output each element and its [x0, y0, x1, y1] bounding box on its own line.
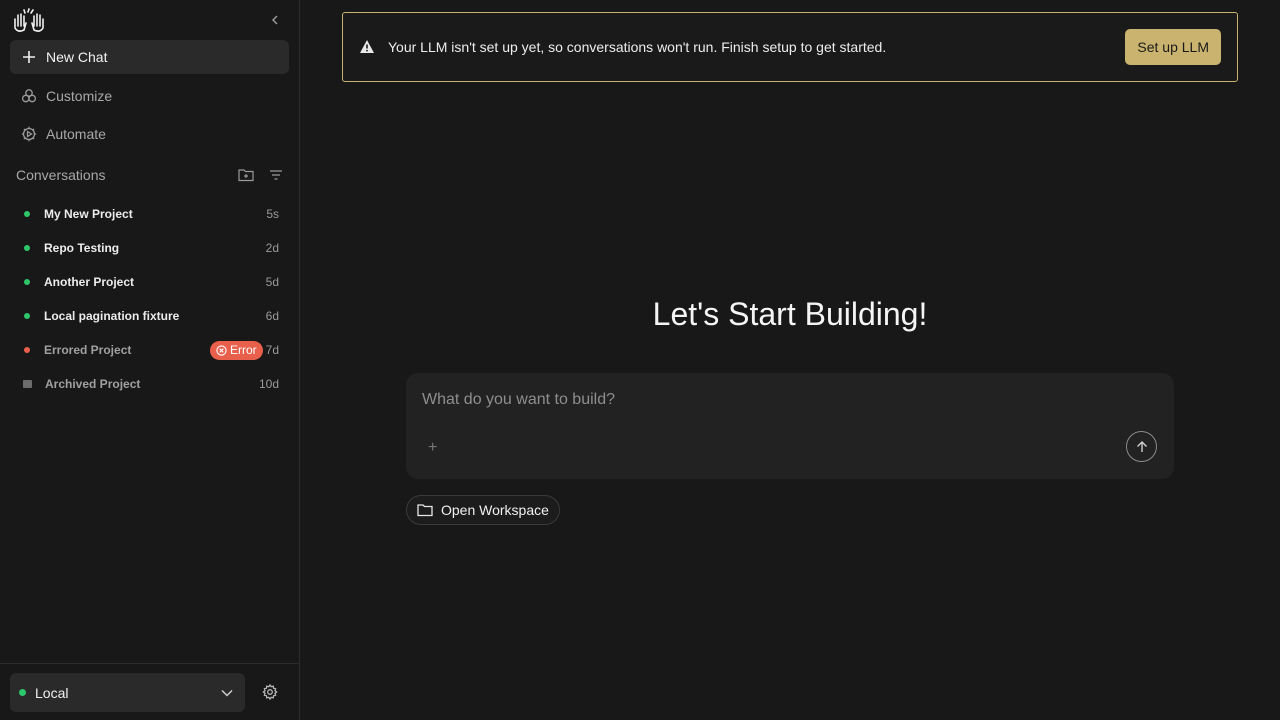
environment-select[interactable]: Local — [10, 673, 245, 712]
nav-label: Automate — [46, 126, 106, 142]
open-workspace-button[interactable]: Open Workspace — [406, 495, 560, 525]
conversation-time: 6d — [265, 309, 279, 323]
chevron-down-icon — [221, 689, 233, 697]
gear-icon[interactable] — [262, 684, 280, 702]
status-dot — [24, 313, 30, 319]
environment-status-dot — [19, 689, 26, 696]
setup-llm-button[interactable]: Set up LLM — [1125, 29, 1221, 65]
status-dot — [24, 245, 30, 251]
send-button[interactable] — [1126, 431, 1157, 462]
sidebar: New Chat Customize Automate Conversation… — [0, 0, 300, 720]
attach-plus-icon[interactable]: + — [428, 439, 437, 457]
conversation-name: Archived Project — [45, 377, 141, 391]
banner-message: Your LLM isn't set up yet, so conversati… — [388, 39, 887, 55]
conversation-item[interactable]: Archived Project 10d — [16, 370, 284, 398]
conversation-item[interactable]: Repo Testing 2d — [16, 234, 284, 262]
collapse-sidebar-icon[interactable] — [266, 11, 284, 29]
automate-button[interactable]: Automate — [10, 117, 289, 151]
nav-label: Customize — [46, 88, 113, 104]
conversation-time: 7d — [265, 343, 279, 357]
conversation-item[interactable]: Errored Project Error 7d — [16, 336, 284, 364]
archive-icon — [23, 380, 32, 388]
new-chat-button[interactable]: New Chat — [10, 40, 289, 74]
open-workspace-label: Open Workspace — [441, 502, 549, 518]
conversation-name: Local pagination fixture — [44, 309, 180, 323]
status-dot — [24, 279, 30, 285]
conversation-time: 2d — [265, 241, 279, 255]
conversations-title: Conversations — [16, 167, 106, 183]
hands-logo-icon[interactable] — [12, 8, 46, 34]
error-badge: Error — [209, 340, 263, 360]
conversation-name: Another Project — [44, 275, 135, 289]
conversation-time: 10d — [258, 377, 279, 391]
new-folder-icon[interactable] — [238, 167, 254, 183]
conversation-item[interactable]: Another Project 5d — [16, 268, 284, 296]
conversation-item[interactable]: My New Project 5s — [16, 200, 284, 228]
llm-setup-banner: Your LLM isn't set up yet, so conversati… — [342, 12, 1238, 82]
customize-button[interactable]: Customize — [10, 79, 289, 113]
conversation-name: My New Project — [44, 207, 133, 221]
warning-icon — [359, 39, 377, 55]
customize-icon — [20, 87, 38, 105]
conversation-name: Errored Project — [44, 343, 132, 357]
conversations-header: Conversations — [16, 166, 284, 184]
plus-icon — [20, 48, 38, 66]
conversation-time: 5s — [266, 207, 279, 221]
conversation-item[interactable]: Local pagination fixture 6d — [16, 302, 284, 330]
error-x-icon — [216, 344, 227, 356]
prompt-input[interactable] — [422, 391, 1122, 409]
filter-icon[interactable] — [268, 167, 284, 183]
error-badge-label: Error — [229, 343, 257, 357]
conversation-time: 5d — [265, 275, 279, 289]
status-dot — [24, 211, 30, 217]
sidebar-footer: Local — [0, 663, 299, 720]
error-status-dot — [24, 347, 30, 353]
page-title: Let's Start Building! — [652, 296, 928, 332]
automate-icon — [20, 125, 38, 143]
arrow-up-icon — [1136, 440, 1147, 452]
folder-icon — [417, 503, 433, 517]
chat-composer: + — [406, 373, 1174, 479]
nav-label: New Chat — [46, 49, 108, 65]
conversation-name: Repo Testing — [44, 241, 120, 255]
environment-label: Local — [35, 684, 69, 701]
